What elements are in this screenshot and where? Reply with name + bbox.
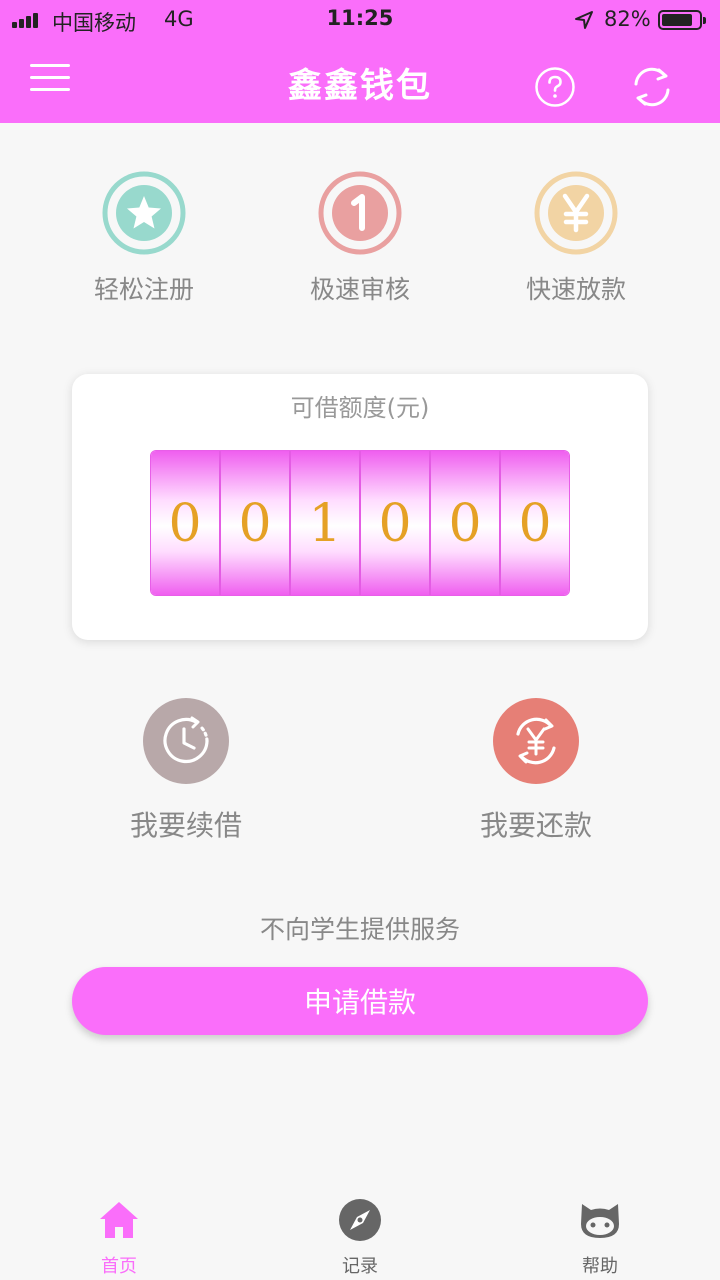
repay-button[interactable]: 我要还款: [446, 698, 626, 844]
action-label: 我要续借: [129, 809, 242, 842]
app-header: 中国移动 4G 11:25 82% 鑫鑫钱包: [0, 0, 720, 123]
location-arrow-icon: [575, 11, 593, 29]
odometer-digit: 0: [361, 451, 431, 595]
clock-renew-icon: [143, 698, 229, 784]
battery-icon: [658, 10, 706, 30]
app-title: 鑫鑫钱包: [288, 66, 432, 106]
odometer-digit: 1: [291, 451, 361, 595]
renew-loan-button[interactable]: 我要续借: [96, 698, 276, 844]
cat-icon: [581, 1204, 619, 1238]
apply-loan-button[interactable]: 申请借款: [72, 967, 648, 1035]
refresh-icon[interactable]: [628, 64, 676, 110]
notice-text: 不向学生提供服务: [259, 915, 460, 944]
feature-label: 快速放款: [525, 275, 626, 304]
action-label: 我要还款: [479, 809, 592, 842]
odometer-digit: 0: [431, 451, 501, 595]
odometer-digit: 0: [221, 451, 291, 595]
home-icon: [100, 1202, 138, 1238]
tab-label: 记录: [342, 1256, 378, 1277]
tab-help[interactable]: 帮助: [540, 1198, 660, 1278]
feature-label: 极速审核: [309, 275, 410, 304]
credit-odometer: 0 0 1 0 0 0: [150, 450, 570, 596]
star-icon: [102, 171, 186, 255]
feature-fast-review: 极速审核: [280, 170, 440, 306]
odometer-digit: 0: [151, 451, 221, 595]
repay-yen-icon: [493, 698, 579, 784]
help-icon[interactable]: [534, 66, 576, 108]
feature-fast-loan: 快速放款: [496, 170, 656, 306]
tab-bar: 首页 记录 帮助: [0, 1186, 720, 1280]
feature-easy-register: 轻松注册: [64, 170, 224, 306]
yen-icon: [534, 171, 618, 255]
tab-label: 帮助: [582, 1256, 618, 1277]
number-one-icon: [318, 171, 402, 255]
action-row: 我要续借 我要还款: [0, 698, 720, 848]
compass-icon: [339, 1199, 381, 1241]
tab-records[interactable]: 记录: [300, 1198, 420, 1278]
battery-percent: 82%: [604, 7, 651, 31]
tab-home[interactable]: 首页: [59, 1198, 179, 1278]
status-bar: 中国移动 4G 11:25 82%: [0, 0, 720, 40]
feature-label: 轻松注册: [93, 275, 194, 304]
credit-limit-title: 可借额度(元): [290, 394, 430, 422]
odometer-digit: 0: [501, 451, 569, 595]
credit-limit-card: 可借额度(元) 0 0 1 0 0 0: [72, 374, 648, 640]
feature-row: 轻松注册 极速审核 快速放款: [0, 170, 720, 310]
tab-label: 首页: [101, 1256, 137, 1277]
